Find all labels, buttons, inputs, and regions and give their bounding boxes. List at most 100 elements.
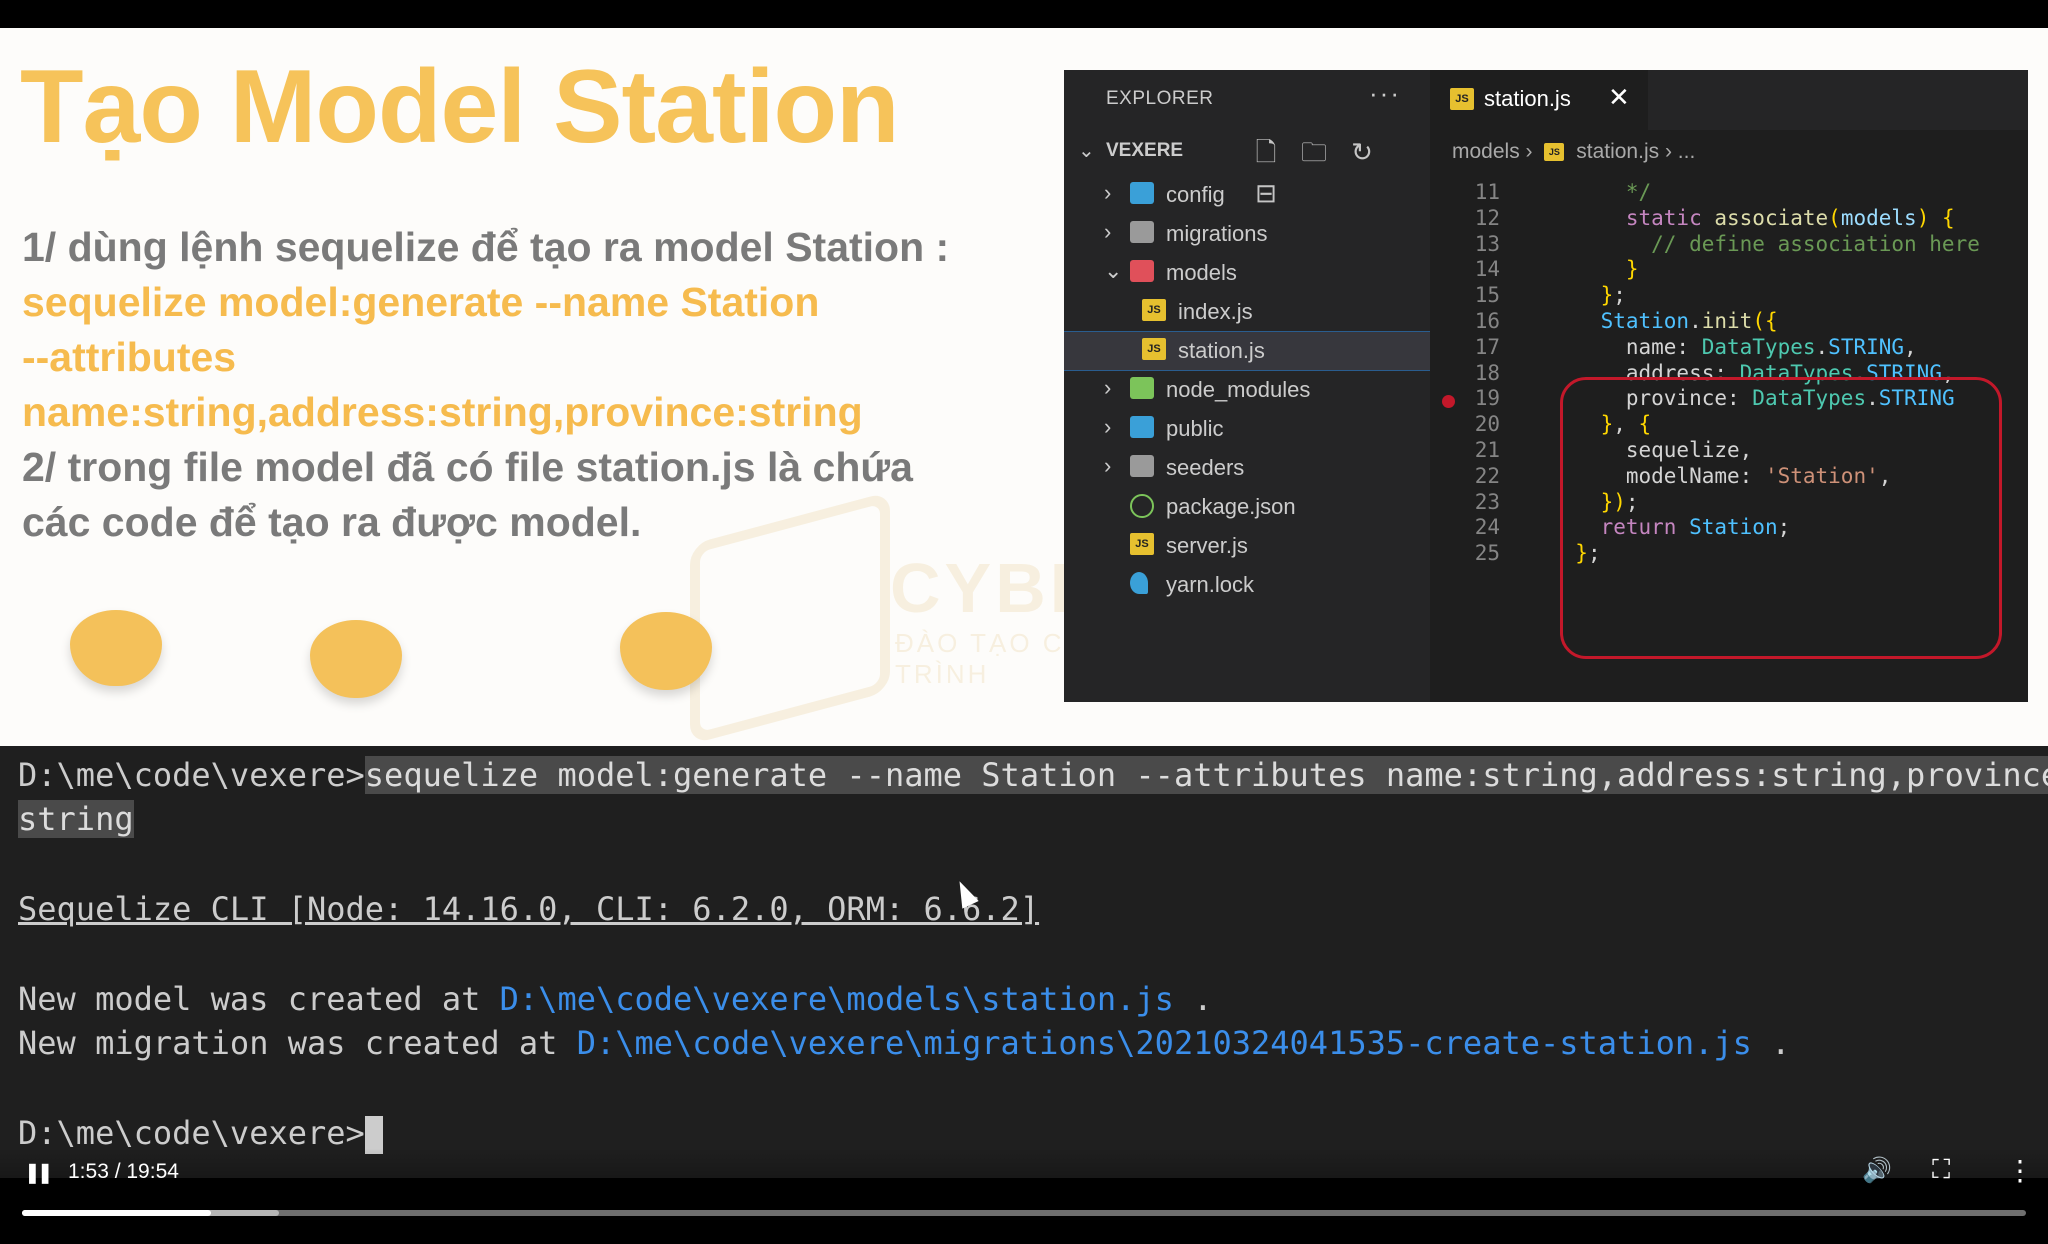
tree-item[interactable]: ⌄ models — [1064, 254, 1430, 292]
code-text: }; — [1600, 283, 1626, 308]
slide: CYBERLEARN ĐÀO TẠO CHUYÊN GIA LẬP TRÌNH … — [0, 28, 2048, 746]
tree-item[interactable]: › public — [1064, 410, 1430, 448]
step-2-line-2: các code để tạo ra được model. — [22, 499, 642, 545]
tree-item[interactable]: › config — [1064, 176, 1430, 214]
folder-icon — [1130, 221, 1154, 243]
tree-item[interactable]: › seeders — [1064, 449, 1430, 487]
chevron-right-icon: › — [1104, 219, 1112, 244]
close-icon[interactable]: ✕ — [1608, 82, 1630, 113]
chevron-right-icon: › — [1104, 180, 1112, 205]
model-created-msg: New model was created at — [18, 980, 500, 1018]
folder-icon — [1130, 416, 1154, 438]
exit-fullscreen-icon[interactable]: ⛶ — [1932, 1154, 1950, 1186]
model-path-link[interactable]: D:\me\code\vexere\models\station.js — [500, 980, 1174, 1018]
refresh-icon[interactable]: ↻ — [1338, 137, 1386, 168]
decorative-blob — [310, 620, 402, 698]
code-text: Station.init({ — [1600, 309, 1778, 333]
js-file-icon: JS — [1130, 533, 1154, 555]
line-number: 20 — [1474, 412, 1500, 437]
progress-bar[interactable] — [22, 1210, 2026, 1216]
chevron-right-icon: › — [1104, 414, 1112, 439]
breadcrumb-separator: › — [1525, 140, 1533, 163]
line-number: 24 — [1474, 515, 1500, 540]
tree-item-label: config — [1166, 182, 1225, 207]
migration-path-link[interactable]: D:\me\code\vexere\migrations\20210324041… — [577, 1024, 1752, 1062]
new-folder-icon[interactable]: 🗀 — [1290, 134, 1338, 178]
line-number: 17 — [1474, 334, 1500, 359]
tab-station-js[interactable]: JS station.js ✕ — [1430, 70, 1648, 130]
yarn-file-icon — [1130, 572, 1148, 594]
breadcrumb-tail: › ... — [1664, 140, 1696, 163]
js-file-icon: JS — [1142, 299, 1166, 321]
line-number: 22 — [1474, 463, 1500, 488]
project-name: VEXERE — [1106, 140, 1184, 161]
code-highlight-annotation — [1560, 377, 2002, 659]
line-number: 18 — [1474, 360, 1500, 385]
step-1-text: 1/ dùng lệnh sequelize để tạo ra model S… — [22, 224, 950, 270]
tree-item-label: package.json — [1166, 494, 1296, 519]
breadcrumb: models › JS station.js › ... — [1452, 140, 1695, 164]
migration-created-line: New migration was created at D:\me\code\… — [18, 1024, 1790, 1062]
line-number: 23 — [1474, 489, 1500, 514]
tree-item-label: station.js — [1178, 338, 1265, 363]
volume-icon[interactable]: 🔊 — [1862, 1156, 1892, 1185]
more-options-icon[interactable]: ⋮ — [2006, 1154, 2034, 1187]
terminal-prompt: D:\me\code\vexere> — [18, 756, 365, 794]
tree-item[interactable]: › migrations — [1064, 215, 1430, 253]
migration-created-msg: New migration was created at — [18, 1024, 577, 1062]
more-actions-icon[interactable]: ··· — [1369, 78, 1401, 109]
command-line-2: --attributes — [22, 334, 237, 380]
tree-item[interactable]: › node_modules — [1064, 371, 1430, 409]
chevron-down-icon: ⌄ — [1078, 140, 1095, 162]
line-number: 11 — [1474, 180, 1500, 204]
slide-description: 1/ dùng lệnh sequelize để tạo ra model S… — [22, 220, 1062, 550]
explorer-panel: EXPLORER ··· ⌄ VEXERE 🗋 🗀 ↻⊟ › config › migra… — [1064, 70, 1431, 702]
js-file-icon: JS — [1142, 338, 1166, 360]
line-number: 16 — [1474, 309, 1500, 333]
period: . — [1751, 1024, 1791, 1062]
tree-item[interactable]: JS server.js — [1064, 527, 1430, 565]
tree-item-label: node_modules — [1166, 377, 1311, 402]
npm-file-icon — [1130, 494, 1154, 518]
code-text: // define association here — [1550, 231, 1980, 256]
time-display: 1:53 / 19:54 — [68, 1160, 179, 1183]
line-number: 14 — [1474, 257, 1500, 282]
tab-bar: JS station.js ✕ — [1430, 70, 2028, 130]
js-file-icon: JS — [1544, 143, 1565, 162]
code-text: */ — [1550, 180, 1652, 204]
tree-item[interactable]: package.json — [1064, 488, 1430, 526]
command-line-3: name:string,address:string,province:stri… — [22, 389, 863, 435]
terminal[interactable]: D:\me\code\vexere>sequelize model:genera… — [0, 746, 2048, 1178]
folder-icon — [1130, 260, 1154, 282]
terminal-command-line: D:\me\code\vexere>sequelize model:genera… — [18, 756, 2048, 794]
chevron-down-icon: ⌄ — [1104, 258, 1123, 283]
terminal-command-continued: string — [18, 800, 134, 838]
step-2-line-1: 2/ trong file model đã có file station.j… — [22, 444, 913, 490]
sequelize-cli-info: Sequelize CLI [Node: 14.16.0, CLI: 6.2.0… — [18, 890, 1040, 928]
terminal-prompt: D:\me\code\vexere> — [18, 1114, 365, 1152]
tree-item[interactable]: yarn.lock — [1064, 566, 1430, 604]
line-number: 25 — [1474, 541, 1500, 566]
breadcrumb-file[interactable]: station.js — [1576, 140, 1659, 163]
folder-icon — [1130, 377, 1154, 399]
tree-item-label: yarn.lock — [1166, 572, 1255, 597]
terminal-command-wrap: string — [18, 800, 134, 838]
tree-item[interactable]: JS station.js — [1064, 331, 1431, 371]
pause-icon[interactable]: ❚❚ — [24, 1160, 53, 1185]
tree-item-label: public — [1166, 416, 1224, 441]
chevron-right-icon: › — [1104, 375, 1112, 400]
tree-item-label: migrations — [1166, 221, 1268, 246]
tree-item[interactable]: JS index.js — [1064, 293, 1430, 331]
chevron-right-icon: › — [1104, 453, 1112, 478]
code-text: static associate(models) { — [1625, 205, 1955, 230]
tree-item-label: server.js — [1166, 533, 1248, 558]
new-file-icon[interactable]: 🗋 — [1242, 134, 1290, 178]
code-text: name: DataTypes.STRING, — [1550, 334, 1917, 359]
line-number: 12 — [1474, 205, 1500, 230]
breadcrumb-folder[interactable]: models — [1452, 140, 1520, 163]
project-header[interactable]: ⌄ VEXERE 🗋 🗀 ↻⊟ — [1064, 132, 1430, 208]
folder-icon — [1130, 455, 1154, 477]
line-number: 15 — [1474, 283, 1500, 308]
period: . — [1173, 980, 1213, 1018]
line-number: 13 — [1474, 231, 1500, 256]
